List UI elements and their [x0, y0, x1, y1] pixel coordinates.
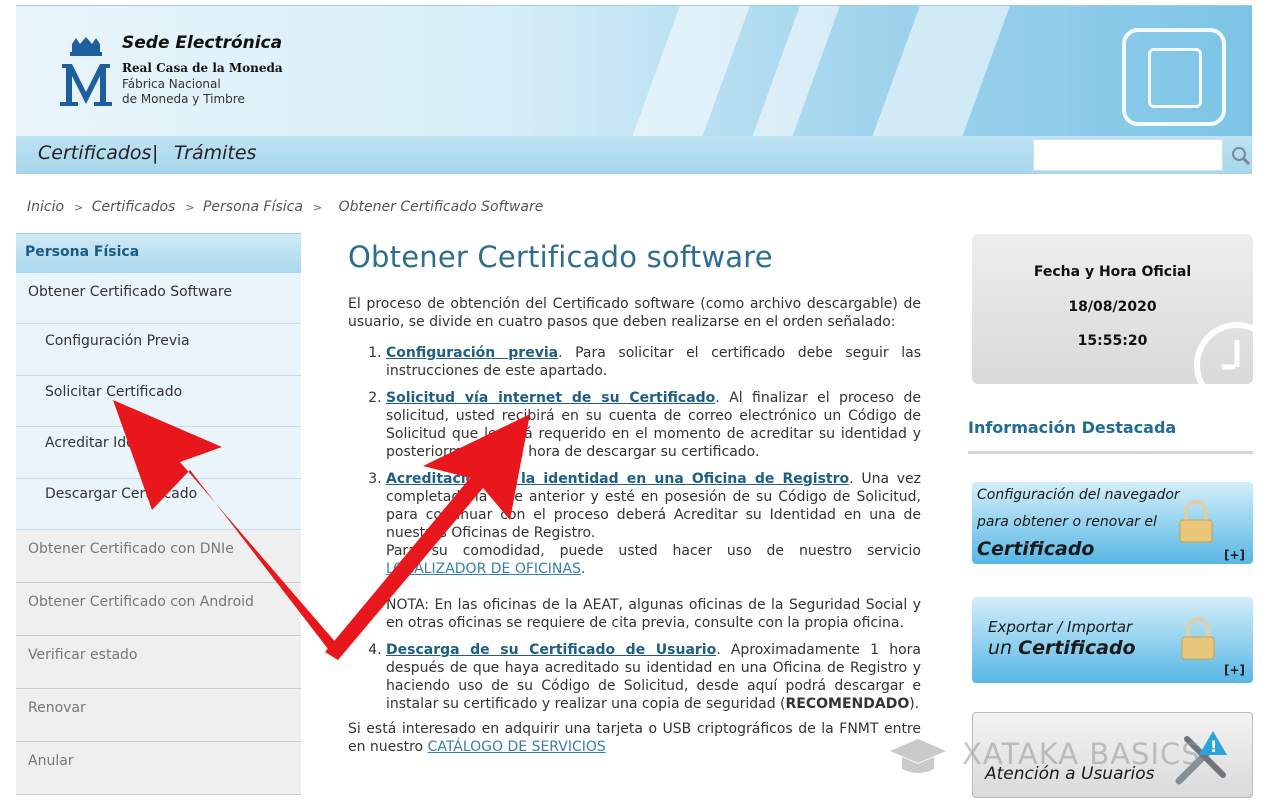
sidebar-item-renovar[interactable]: Renovar: [16, 689, 301, 742]
nav-certificados[interactable]: Certificados: [38, 142, 151, 164]
lock-icon: [1179, 500, 1213, 543]
search-icon[interactable]: [1231, 146, 1251, 166]
banner-text-prefix: un: [988, 637, 1019, 659]
main-content: Obtener Certificado software El proceso …: [348, 240, 921, 755]
nav-tramites[interactable]: Trámites: [174, 142, 256, 164]
sidebar-item-descargar-certificado[interactable]: Descargar Certificado: [16, 479, 301, 530]
svg-text:!: !: [1210, 737, 1217, 756]
outro-paragraph: Si está interesado en adquirir una tarje…: [348, 720, 921, 756]
banner-text: para obtener o renovar el: [977, 514, 1157, 530]
org-name: Real Casa de la Moneda: [122, 61, 283, 75]
intro-paragraph: El proceso de obtención del Certificado …: [348, 296, 921, 330]
featured-info-heading: Información Destacada: [968, 418, 1177, 437]
banner-export-import[interactable]: Exportar / Importar un Certificado [+]: [972, 597, 1253, 683]
page-title: Obtener Certificado software: [348, 240, 773, 274]
sidebar-item-solicitar-certificado[interactable]: Solicitar Certificado: [16, 376, 301, 427]
breadcrumb-separator: >: [74, 201, 84, 214]
breadcrumb-persona-fisica[interactable]: Persona Física: [203, 199, 303, 215]
official-clock-panel: Fecha y Hora Oficial 18/08/2020 15:55:20: [972, 234, 1253, 384]
sidebar: Persona Física Obtener Certificado Softw…: [16, 233, 301, 802]
clock-date: 18/08/2020: [1068, 299, 1157, 315]
sidebar-item-obtener-software[interactable]: Obtener Certificado Software: [16, 273, 301, 324]
lock-icon: [1181, 617, 1215, 660]
org-subtitle-1: Fábrica Nacional: [122, 77, 221, 91]
sidebar-heading[interactable]: Persona Física: [16, 233, 301, 273]
banner-text-bold: Certificado: [1018, 637, 1136, 659]
step-link-descarga[interactable]: Descarga de su Certificado de Usuario: [386, 642, 716, 658]
sidebar-item-verificar-estado[interactable]: Verificar estado: [16, 636, 301, 689]
watermark-text: XATAKA BASICS: [962, 737, 1201, 771]
sidebar-item-anular[interactable]: Anular: [16, 742, 301, 795]
step-link-configuracion[interactable]: Configuración previa: [386, 345, 558, 361]
clock-icon: [1194, 322, 1253, 384]
graduation-cap-icon: [890, 739, 946, 773]
step-item: Acreditación de la identidad en una Ofic…: [386, 470, 921, 632]
step-extra-text: Para su comodidad, puede usted hacer uso…: [386, 543, 921, 559]
banner-text: Configuración del navegador: [977, 487, 1180, 503]
clock-title: Fecha y Hora Oficial: [1033, 264, 1192, 280]
catalogo-link[interactable]: CATÁLOGO DE SERVICIOS: [428, 739, 606, 755]
breadcrumb-certificados[interactable]: Certificados: [92, 199, 176, 215]
step-link-acreditacion[interactable]: Acreditación de la identidad en una Ofic…: [386, 471, 849, 487]
steps-list: Configuración previa. Para solicitar el …: [348, 344, 921, 722]
banner-text: un Certificado: [988, 637, 1136, 659]
header-decoration: [872, 6, 1010, 137]
step-link-solicitud[interactable]: Solicitud vía internet de su Certificado: [386, 390, 715, 406]
breadcrumb-inicio[interactable]: Inicio: [27, 199, 64, 215]
site-header: Sede Electrónica Real Casa de la Moneda …: [16, 5, 1252, 137]
step-item: Solicitud vía internet de su Certificado…: [386, 389, 921, 461]
chip-card-icon: [1122, 28, 1226, 126]
expand-indicator: [+]: [1223, 548, 1245, 562]
breadcrumb-separator: >: [312, 201, 323, 214]
sidebar-item-acreditar-identidad[interactable]: Acreditar Identidad: [16, 427, 301, 479]
sidebar-item-dnie[interactable]: Obtener Certificado con DNIe: [16, 530, 301, 583]
org-subtitle-2: de Moneda y Timbre: [122, 92, 245, 106]
recommended-label: RECOMENDADO: [785, 696, 910, 712]
breadcrumb: Inicio > Certificados > Persona Física > Ob…: [27, 199, 547, 215]
header-decoration: [752, 6, 840, 137]
top-navbar: Certificados | Trámites: [16, 136, 1252, 174]
banner-browser-config[interactable]: Configuración del navegador para obtener…: [972, 482, 1253, 564]
step-end: ).: [909, 696, 920, 712]
localizador-link[interactable]: LOCALIZADOR DE OFICINAS: [386, 561, 581, 577]
sidebar-item-android[interactable]: Obtener Certificado con Android: [16, 583, 301, 636]
banner-text: Certificado: [977, 538, 1095, 560]
step-note: NOTA: En las oficinas de la AEAT, alguna…: [386, 597, 921, 631]
sidebar-item-configuracion-previa[interactable]: Configuración Previa: [16, 324, 301, 376]
expand-indicator: [+]: [1223, 663, 1245, 677]
header-decoration: [632, 6, 750, 137]
banner-text: Exportar / Importar: [988, 618, 1133, 636]
fnmt-crest-logo[interactable]: [58, 36, 114, 108]
step-item: Descarga de su Certificado de Usuario. A…: [386, 641, 921, 713]
search-input[interactable]: [1033, 139, 1223, 171]
nav-separator: |: [152, 142, 159, 164]
step-item: Configuración previa. Para solicitar el …: [386, 344, 921, 380]
divider: [968, 451, 1253, 454]
breadcrumb-current: Obtener Certificado Software: [338, 199, 544, 215]
breadcrumb-separator: >: [185, 201, 195, 214]
site-title: Sede Electrónica: [122, 33, 283, 53]
